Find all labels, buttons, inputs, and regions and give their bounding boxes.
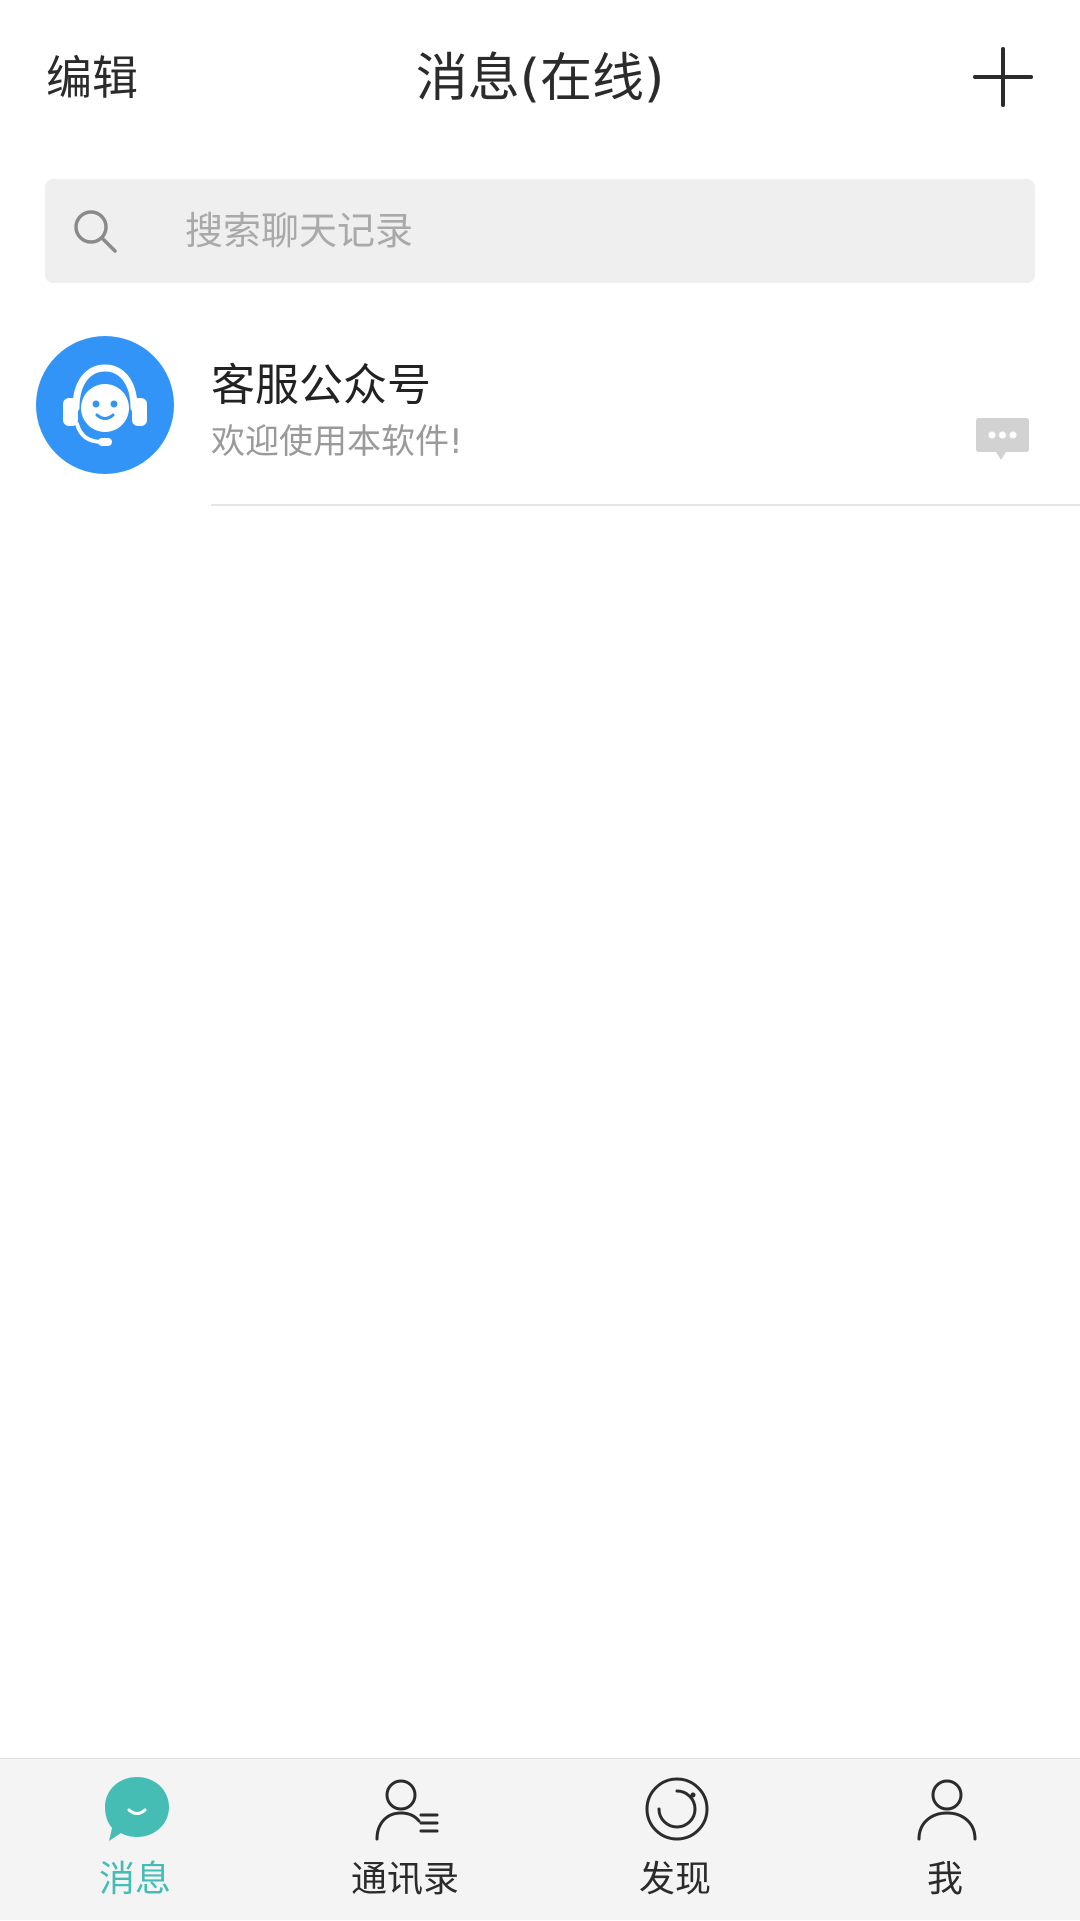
page-title: 消息(在线)	[415, 49, 665, 109]
tab-discover[interactable]: 发现	[540, 1759, 810, 1921]
search-bar[interactable]	[45, 179, 1035, 283]
tab-contacts[interactable]: 通讯录	[270, 1759, 540, 1921]
contacts-icon	[375, 1779, 439, 1841]
bottom-tab-bar: 消息 通讯录 发现 我	[0, 1758, 1080, 1920]
message-bubble-icon	[105, 1777, 169, 1841]
plus-icon[interactable]	[972, 46, 1034, 108]
search-input[interactable]	[141, 179, 1001, 283]
conversation-name: 客服公众号	[211, 360, 431, 411]
customer-service-headset-icon	[63, 364, 147, 446]
tab-messages[interactable]: 消息	[0, 1759, 270, 1921]
tab-label: 消息	[98, 1859, 171, 1900]
tab-label: 发现	[638, 1859, 711, 1900]
divider	[211, 504, 1080, 506]
discover-icon	[645, 1777, 709, 1841]
chat-bubble-icon	[976, 418, 1029, 460]
header-bar: 编辑 消息(在线)	[0, 0, 1080, 160]
tab-label: 通讯录	[350, 1859, 459, 1900]
profile-icon	[917, 1779, 977, 1841]
search-icon	[74, 210, 117, 253]
avatar[interactable]	[36, 336, 174, 474]
tab-me[interactable]: 我	[810, 1759, 1080, 1921]
tab-label: 我	[926, 1859, 963, 1900]
conversation-preview: 欢迎使用本软件!	[211, 422, 463, 462]
conversation-item[interactable]: 客服公众号 欢迎使用本软件!	[0, 320, 1080, 506]
